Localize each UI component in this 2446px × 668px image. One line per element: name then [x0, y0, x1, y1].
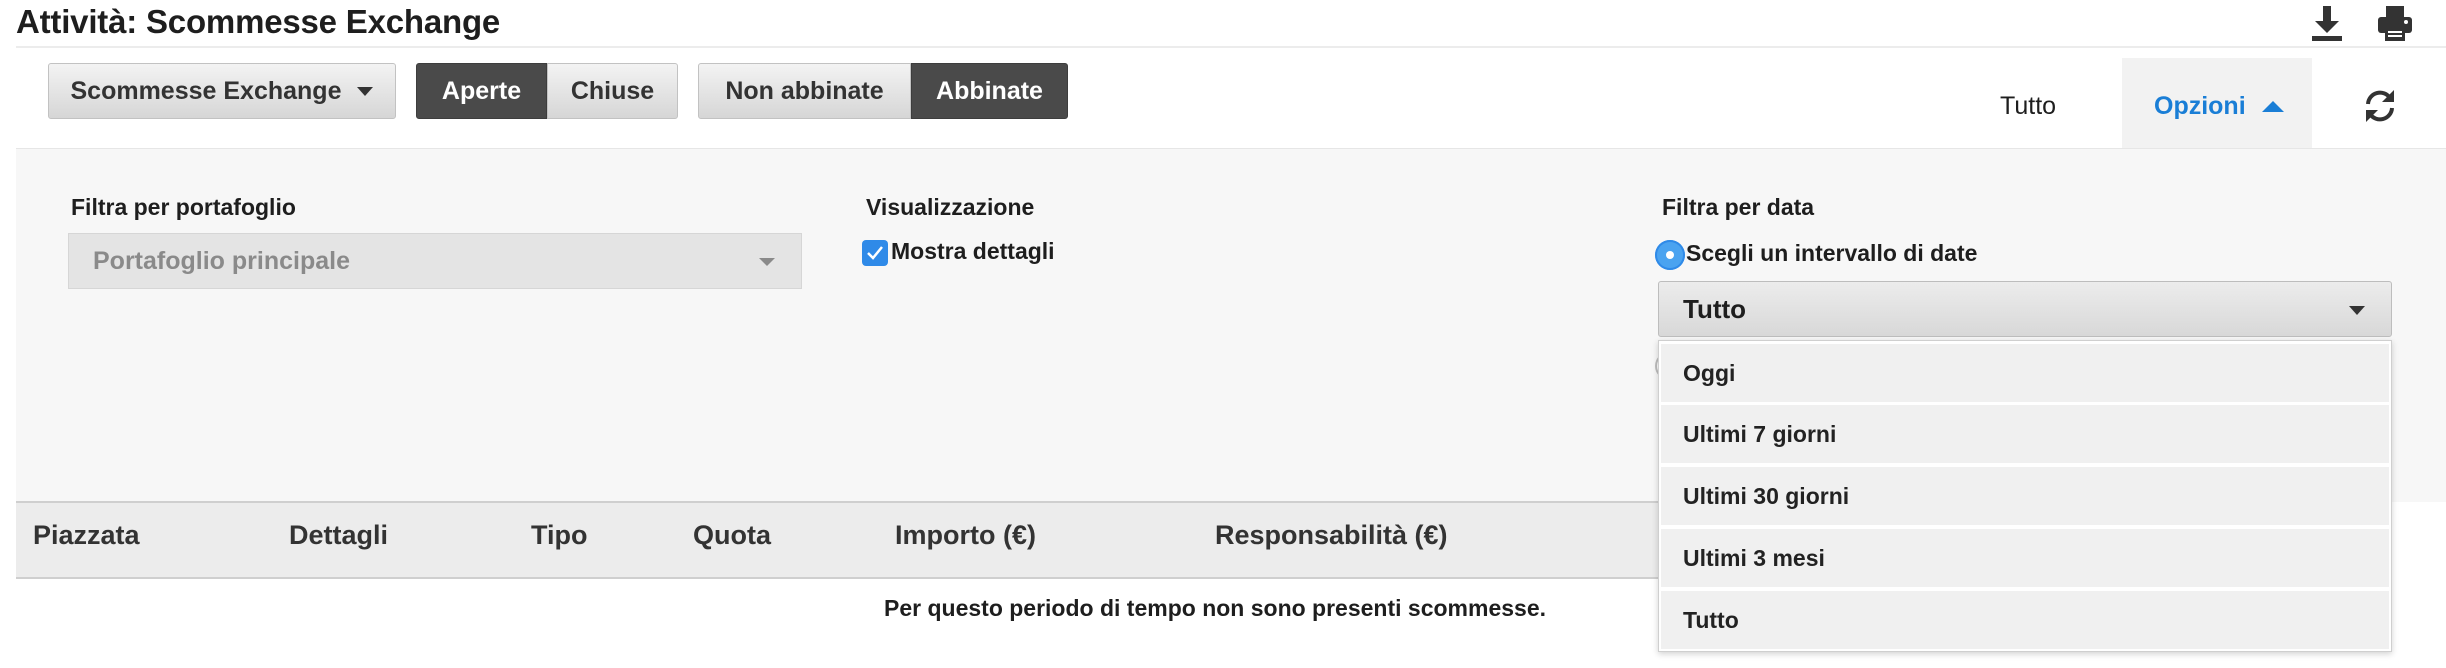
column-header-liability[interactable]: Responsabilità (€)	[1215, 520, 1448, 551]
closed-bets-button[interactable]: Chiuse	[547, 63, 678, 119]
unmatched-bets-button[interactable]: Non abbinate	[698, 63, 911, 119]
show-details-checkbox[interactable]	[862, 240, 888, 266]
date-filter-label: Filtra per data	[1662, 194, 1815, 220]
open-bets-button[interactable]: Aperte	[416, 63, 547, 119]
date-range-option-label[interactable]: Scegli un intervallo di date	[1686, 240, 1977, 267]
title-divider	[16, 46, 2446, 48]
empty-table-message: Per questo periodo di tempo non sono pre…	[884, 595, 1547, 621]
market-type-label: Scommesse Exchange	[70, 76, 342, 105]
portfolio-filter-label: Filtra per portafoglio	[71, 194, 296, 220]
date-range-dropdown: Oggi Ultimi 7 giorni Ultimi 30 giorni Ul…	[1658, 340, 2392, 652]
portfolio-select[interactable]: Portafoglio principale	[68, 233, 802, 289]
tab-options-label: Opzioni	[2154, 92, 2246, 120]
column-header-odds[interactable]: Quota	[693, 520, 771, 551]
column-header-details[interactable]: Dettagli	[289, 520, 388, 551]
chevron-down-icon	[759, 258, 775, 266]
market-type-dropdown[interactable]: Scommesse Exchange	[48, 63, 396, 119]
date-option-last-7-days[interactable]: Ultimi 7 giorni	[1661, 405, 2389, 463]
checkmark-icon	[867, 246, 883, 260]
chevron-down-icon	[2349, 306, 2365, 315]
chevron-down-icon	[357, 86, 374, 96]
tab-all[interactable]: Tutto	[2000, 92, 2056, 121]
show-details-label[interactable]: Mostra dettagli	[891, 238, 1055, 265]
tab-options[interactable]: Opzioni	[2154, 92, 2284, 121]
column-header-placed[interactable]: Piazzata	[33, 520, 140, 551]
date-option-last-30-days[interactable]: Ultimi 30 giorni	[1661, 467, 2389, 525]
page-title: Attività: Scommesse Exchange	[16, 3, 501, 40]
date-option-today[interactable]: Oggi	[1661, 344, 2389, 402]
display-label: Visualizzazione	[866, 194, 1035, 220]
column-header-type[interactable]: Tipo	[531, 520, 588, 551]
date-range-select-value: Tutto	[1683, 293, 1747, 324]
matched-bets-button[interactable]: Abbinate	[911, 63, 1068, 119]
chevron-up-icon	[2261, 101, 2284, 112]
print-icon[interactable]	[2375, 3, 2415, 43]
date-range-select[interactable]: Tutto	[1658, 281, 2392, 337]
column-header-stake[interactable]: Importo (€)	[895, 520, 1036, 551]
portfolio-select-value: Portafoglio principale	[93, 246, 350, 275]
date-option-all[interactable]: Tutto	[1661, 591, 2389, 649]
download-icon[interactable]	[2307, 3, 2347, 43]
refresh-icon[interactable]	[2360, 86, 2400, 126]
date-range-radio[interactable]	[1655, 240, 1685, 270]
date-option-last-3-months[interactable]: Ultimi 3 mesi	[1661, 529, 2389, 587]
